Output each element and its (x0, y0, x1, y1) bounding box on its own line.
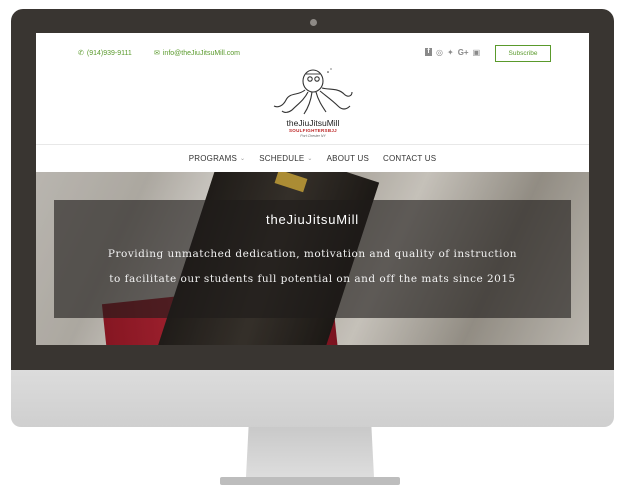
nav-label: PROGRAMS (188, 154, 237, 163)
nav-item-about[interactable]: ABOUT US (327, 154, 369, 163)
phone-icon: ✆ (78, 50, 84, 57)
hero-banner: theJiuJitsuMill Providing unmatched dedi… (36, 172, 589, 345)
subscribe-button[interactable]: Subscribe (495, 45, 551, 62)
phone-link[interactable]: ✆ (914)939-9111 (78, 49, 132, 58)
facebook-icon[interactable]: f (425, 48, 432, 56)
nav-label: CONTACT US (383, 154, 437, 163)
camera-dot (310, 19, 317, 26)
hero-caption-box: theJiuJitsuMill Providing unmatched dedi… (54, 200, 571, 318)
phone-number: (914)939-9111 (86, 49, 132, 57)
mail-icon: ✉ (154, 50, 160, 57)
email-address: info@theJiuJitsuMill.com (162, 49, 241, 57)
monitor-chin (11, 370, 614, 427)
monitor-foot (220, 477, 400, 485)
monitor-stand (246, 427, 374, 477)
nav-item-contact[interactable]: CONTACT US (383, 154, 436, 163)
nav-item-programs[interactable]: PROGRAMS ⌄ (189, 154, 246, 163)
youtube-icon[interactable]: ▣ (473, 48, 481, 57)
google-plus-icon[interactable]: G+ (458, 48, 469, 57)
nav-label: SCHEDULE (259, 154, 305, 163)
website-screen: ✆ (914)939-9111 ✉ info@theJiuJitsuMill.c… (36, 33, 589, 345)
chevron-down-icon: ⌄ (307, 156, 313, 162)
hero-text: Providing unmatched dedication, motivati… (54, 242, 571, 292)
twitter-icon[interactable]: ✦ (447, 48, 454, 57)
site-logo[interactable]: theJiuJitsuMill SOULFIGHTERSBJJ Port Che… (268, 66, 358, 138)
nav-item-schedule[interactable]: SCHEDULE ⌄ (259, 154, 312, 163)
email-link[interactable]: ✉ info@theJiuJitsuMill.com (154, 49, 241, 58)
hero-line-2: to facilitate our students full potentia… (109, 273, 516, 285)
instagram-icon[interactable]: ◎ (436, 48, 443, 57)
chevron-down-icon: ⌄ (240, 156, 246, 162)
nav-label: ABOUT US (326, 154, 369, 163)
logo-location: Port Chester NY (300, 134, 326, 138)
hero-line-1: Providing unmatched dedication, motivati… (107, 248, 518, 260)
main-nav: PROGRAMS ⌄ SCHEDULE ⌄ ABOUT US CONTACT U… (36, 144, 589, 173)
logo-title: theJiuJitsuMill (286, 118, 340, 128)
octopus-icon (273, 68, 353, 115)
logo-subtitle: SOULFIGHTERSBJJ (288, 128, 337, 133)
social-icons: f ◎ ✦ G+ ▣ (425, 48, 480, 57)
hero-title: theJiuJitsuMill (266, 212, 359, 227)
